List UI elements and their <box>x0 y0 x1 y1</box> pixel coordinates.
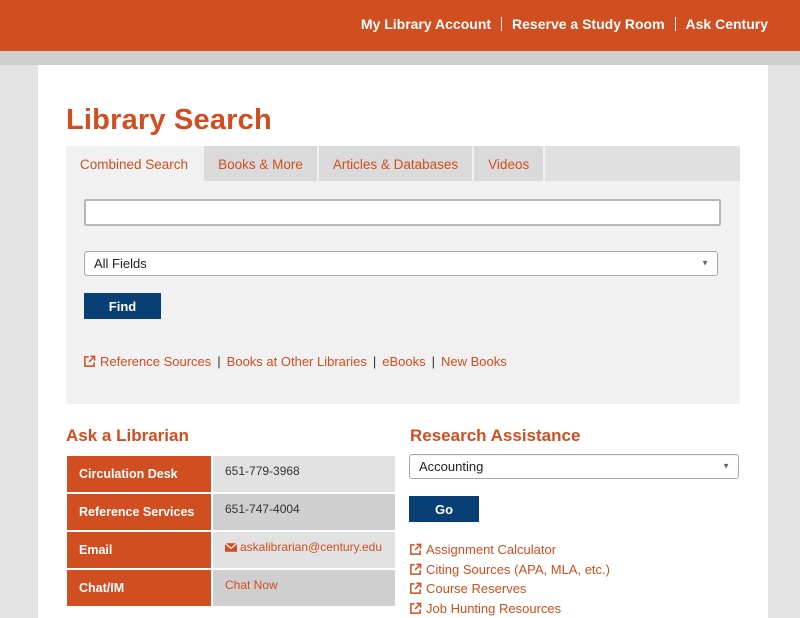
link-separator: | <box>217 354 221 369</box>
tab-articles-databases[interactable]: Articles & Databases <box>318 146 475 181</box>
search-links: Reference Sources | Books at Other Libra… <box>83 354 507 369</box>
tab-videos[interactable]: Videos <box>474 146 546 181</box>
external-link-icon <box>410 543 422 555</box>
ask-row-label: Email <box>67 532 211 568</box>
chevron-down-icon: ▼ <box>722 461 730 471</box>
search-field-select-value: All Fields <box>94 256 147 271</box>
research-link-item[interactable]: Citing Sources (APA, MLA, etc.) <box>409 560 610 580</box>
ask-row-value: Chat Now <box>213 570 395 606</box>
external-link-icon <box>410 582 422 594</box>
research-link-item[interactable]: Job Hunting Resources <box>409 599 610 618</box>
external-link-icon <box>410 563 422 575</box>
research-links: Assignment Calculator Citing Sources (AP… <box>409 540 610 618</box>
external-link-icon <box>84 355 96 367</box>
search-field-select[interactable]: All Fields ▼ <box>84 251 718 276</box>
search-input[interactable] <box>84 199 721 226</box>
ask-row-circulation: Circulation Desk 651-779-3968 <box>67 456 395 492</box>
nav-separator <box>501 17 503 31</box>
link-separator: | <box>372 354 377 369</box>
external-link-icon <box>410 602 422 614</box>
ebooks-link[interactable]: eBooks <box>382 354 425 369</box>
ask-row-reference: Reference Services 651-747-4004 <box>67 494 395 530</box>
link-separator: | <box>431 354 436 369</box>
chat-now-link[interactable]: Chat Now <box>225 578 278 592</box>
top-nav: My Library Account Reserve a Study Room … <box>361 16 768 32</box>
envelope-icon <box>224 542 238 552</box>
ask-row-value: 651-779-3968 <box>213 456 395 492</box>
ask-librarian-title: Ask a Librarian <box>66 426 189 445</box>
email-link[interactable]: askalibrarian@century.edu <box>240 540 382 554</box>
my-library-account-link[interactable]: My Library Account <box>361 16 491 32</box>
research-link-item[interactable]: Course Reserves <box>409 579 610 599</box>
ask-row-label: Circulation Desk <box>67 456 211 492</box>
go-button[interactable]: Go <box>409 496 479 522</box>
ask-century-link[interactable]: Ask Century <box>686 16 768 32</box>
books-other-libraries-link[interactable]: Books at Other Libraries <box>227 354 367 369</box>
assignment-calculator-link[interactable]: Assignment Calculator <box>426 542 556 557</box>
ask-row-label: Chat/IM <box>67 570 211 606</box>
header-shadow-band <box>0 51 800 65</box>
ask-row-value: askalibrarian@century.edu <box>213 532 395 568</box>
page-title: Library Search <box>66 104 272 136</box>
course-reserves-link[interactable]: Course Reserves <box>426 581 526 596</box>
reference-sources-link[interactable]: Reference Sources <box>100 354 211 369</box>
tab-books-more[interactable]: Books & More <box>204 146 319 181</box>
subject-select[interactable]: Accounting ▼ <box>409 454 739 479</box>
ask-row-email: Email askalibrarian@century.edu <box>67 532 395 568</box>
nav-separator <box>674 17 676 31</box>
ask-row-chat: Chat/IM Chat Now <box>67 570 395 606</box>
chevron-down-icon: ▼ <box>701 258 709 268</box>
research-assistance-title: Research Assistance <box>410 426 581 445</box>
search-tabs: Combined Search Books & More Articles & … <box>66 146 740 181</box>
new-books-link[interactable]: New Books <box>441 354 507 369</box>
top-bar: My Library Account Reserve a Study Room … <box>0 0 800 51</box>
job-hunting-link[interactable]: Job Hunting Resources <box>426 601 561 616</box>
ask-row-value: 651-747-4004 <box>213 494 395 530</box>
find-button[interactable]: Find <box>84 293 161 319</box>
tab-combined-search[interactable]: Combined Search <box>66 146 205 181</box>
subject-select-value: Accounting <box>419 459 484 474</box>
citing-sources-link[interactable]: Citing Sources (APA, MLA, etc.) <box>426 562 610 577</box>
reserve-study-room-link[interactable]: Reserve a Study Room <box>512 16 665 32</box>
research-link-item[interactable]: Assignment Calculator <box>409 540 610 560</box>
ask-row-label: Reference Services <box>67 494 211 530</box>
